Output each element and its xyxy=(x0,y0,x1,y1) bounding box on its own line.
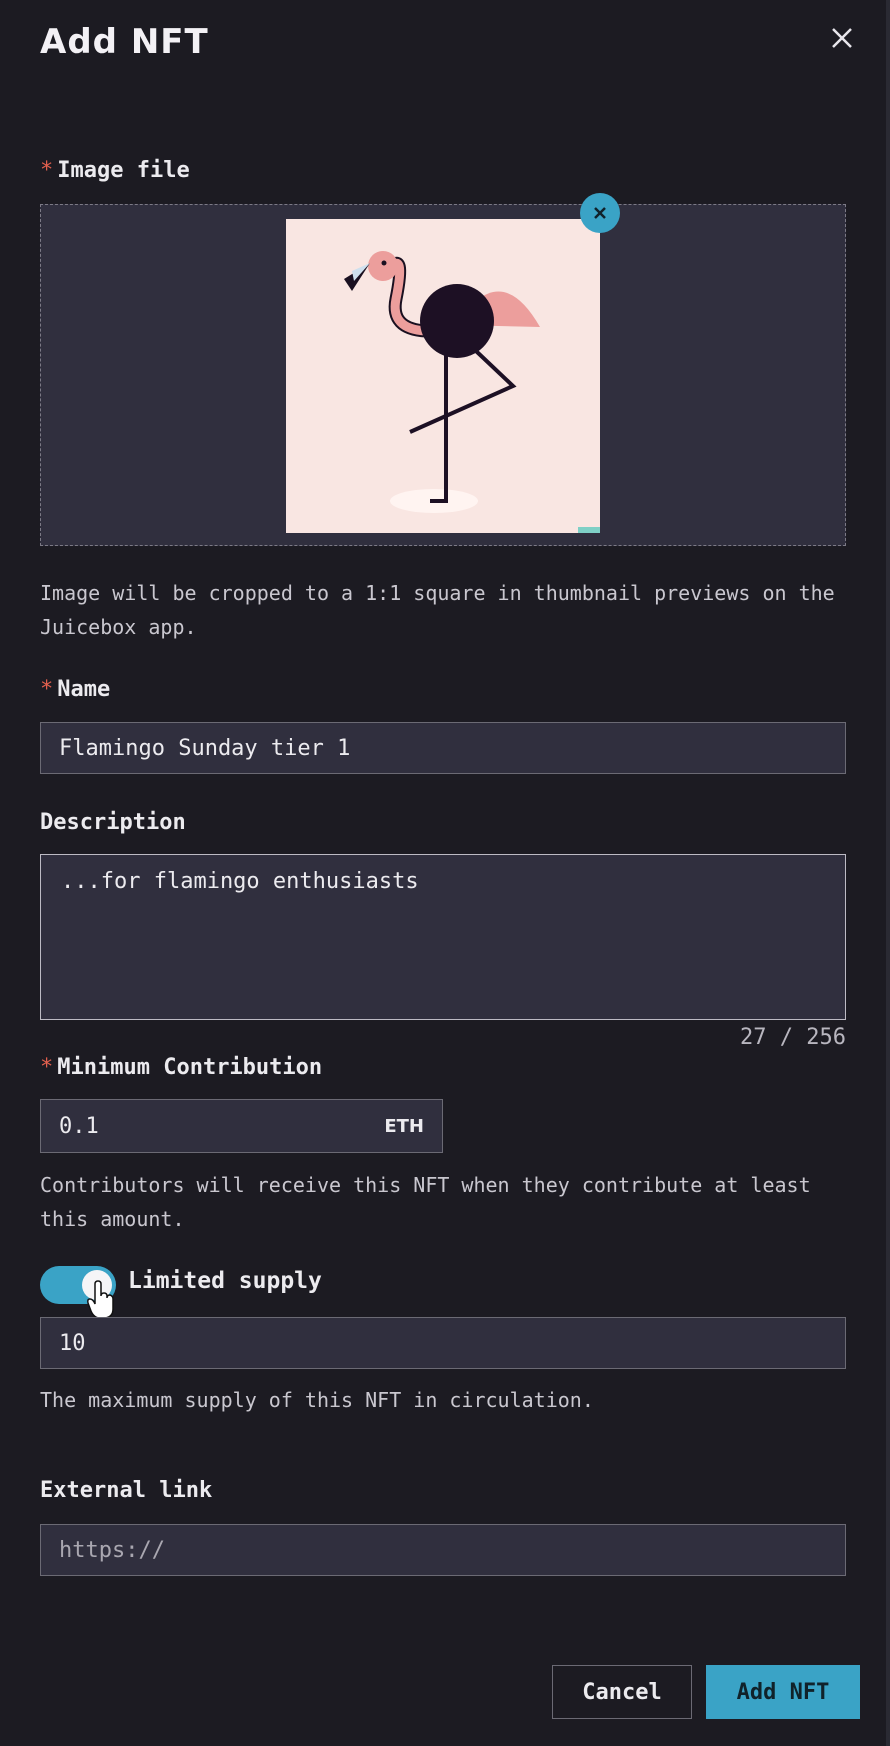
cancel-button[interactable]: Cancel xyxy=(552,1665,692,1719)
name-label: * Name xyxy=(40,677,110,702)
character-counter: 27 / 256 xyxy=(740,1025,846,1050)
contribution-label: * Minimum Contribution xyxy=(40,1055,322,1080)
description-label: Description xyxy=(40,810,186,835)
flamingo-image xyxy=(286,219,600,533)
contribution-label-text: Minimum Contribution xyxy=(57,1055,323,1080)
contribution-unit: ETH xyxy=(384,1115,424,1137)
external-link-placeholder: https:// xyxy=(59,1537,165,1563)
remove-image-icon xyxy=(594,207,606,219)
name-input-value: Flamingo Sunday tier 1 xyxy=(59,735,351,761)
add-nft-modal: Add NFT * Image file Image will be cropp… xyxy=(0,0,890,1746)
contribution-help-text: Contributors will receive this NFT when … xyxy=(40,1173,811,1231)
contribution-value: 0.1 xyxy=(59,1113,99,1139)
required-marker: * xyxy=(40,677,54,702)
add-nft-button[interactable]: Add NFT xyxy=(706,1665,860,1719)
remove-image-button[interactable] xyxy=(580,193,620,233)
description-textarea[interactable]: ...for flamingo enthusiasts xyxy=(40,854,846,1020)
contribution-input[interactable]: 0.1 ETH xyxy=(40,1099,443,1153)
external-link-label: External link xyxy=(40,1478,213,1503)
image-file-label: * Image file xyxy=(40,158,190,183)
supply-value: 10 xyxy=(59,1330,86,1356)
image-preview xyxy=(286,219,600,533)
image-help-text: Image will be cropped to a 1:1 square in… xyxy=(40,581,835,639)
modal-title: Add NFT xyxy=(40,22,209,62)
name-label-text: Name xyxy=(57,677,111,702)
name-input[interactable]: Flamingo Sunday tier 1 xyxy=(40,722,846,774)
limited-supply-label: Limited supply xyxy=(128,1268,322,1294)
supply-help-text: The maximum supply of this NFT in circul… xyxy=(40,1388,594,1412)
description-value: ...for flamingo enthusiasts xyxy=(61,869,419,894)
modal-edge xyxy=(886,0,890,1746)
required-marker: * xyxy=(40,158,54,183)
image-file-label-text: Image file xyxy=(57,158,190,183)
hand-cursor-icon xyxy=(86,1280,116,1320)
close-icon[interactable] xyxy=(826,22,858,54)
supply-input[interactable]: 10 xyxy=(40,1317,846,1369)
external-link-input[interactable]: https:// xyxy=(40,1524,846,1576)
required-marker: * xyxy=(40,1055,54,1080)
